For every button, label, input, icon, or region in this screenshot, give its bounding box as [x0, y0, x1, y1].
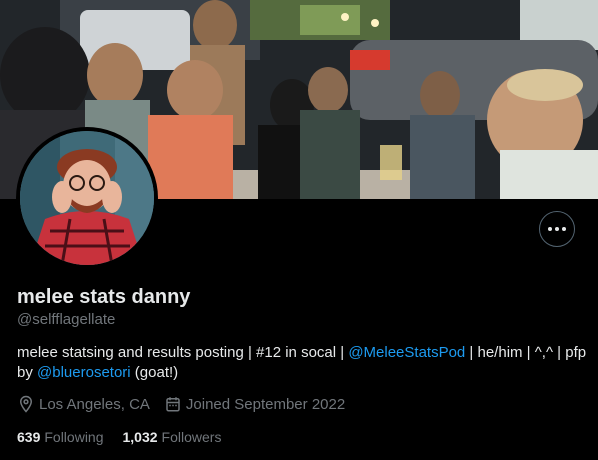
joined-text: Joined September 2022 [185, 395, 346, 413]
profile-location: Los Angeles, CA [17, 395, 150, 413]
following-link[interactable]: 639 Following [17, 429, 104, 445]
calendar-icon [166, 397, 180, 412]
location-pin-icon [19, 395, 33, 413]
profile-join-date: Joined September 2022 [164, 395, 345, 413]
bio-text: melee statsing and results posting | #12… [17, 344, 349, 361]
followers-link[interactable]: 1,032 Followers [123, 429, 222, 445]
location-text: Los Angeles, CA [39, 395, 150, 413]
profile-meta: Los Angeles, CA Joined September 2022 [17, 395, 359, 413]
profile-bio: melee statsing and results posting | #12… [17, 343, 587, 383]
more-horizontal-icon [547, 227, 568, 231]
display-name: melee stats danny [17, 286, 191, 308]
profile-avatar[interactable] [16, 127, 158, 269]
bio-mention-link[interactable]: @MeleeStatsPod [348, 344, 465, 361]
bio-mention-link[interactable]: @bluerosetori [37, 364, 131, 381]
bio-text: (goat!) [130, 364, 179, 381]
following-label: Following [44, 429, 104, 445]
follow-stats: 639 Following 1,032 Followers [17, 429, 240, 445]
followers-count: 1,032 [122, 429, 158, 445]
avatar-photo [20, 131, 154, 265]
more-options-button[interactable] [539, 211, 575, 247]
followers-label: Followers [161, 429, 222, 445]
user-handle: @selfflagellate [17, 311, 116, 328]
following-count: 639 [17, 429, 41, 445]
